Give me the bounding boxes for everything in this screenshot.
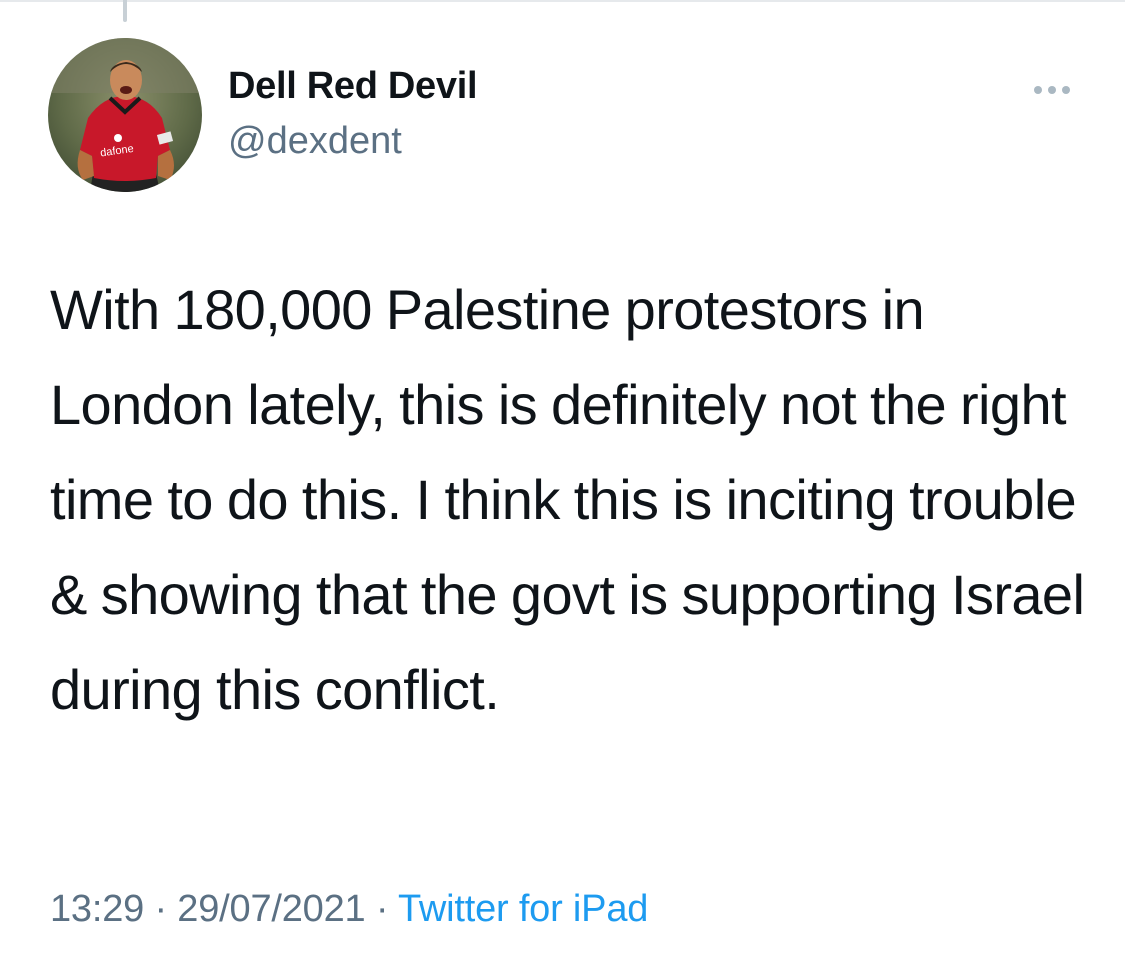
author-display-name[interactable]: Dell Red Devil xyxy=(228,65,478,108)
reply-thread-line xyxy=(123,0,127,22)
more-dot xyxy=(1062,86,1070,94)
tweet-source-link[interactable]: Twitter for iPad xyxy=(398,888,648,930)
more-dot xyxy=(1048,86,1056,94)
avatar[interactable]: dafone xyxy=(48,38,202,192)
tweet-time[interactable]: 13:29 xyxy=(50,888,144,930)
top-divider xyxy=(0,0,1125,2)
avatar-photo-icon: dafone xyxy=(48,38,202,192)
more-dot xyxy=(1034,86,1042,94)
tweet-text: With 180,000 Palestine protestors in Lon… xyxy=(50,278,1085,721)
tweet-metadata: 13:29 · 29/07/2021 · Twitter for iPad xyxy=(50,888,648,931)
meta-separator: · xyxy=(154,888,167,930)
meta-separator: · xyxy=(375,888,389,930)
tweet-date[interactable]: 29/07/2021 xyxy=(177,888,365,930)
more-options-icon[interactable] xyxy=(1022,72,1082,108)
author-handle[interactable]: @dexdent xyxy=(228,120,402,163)
